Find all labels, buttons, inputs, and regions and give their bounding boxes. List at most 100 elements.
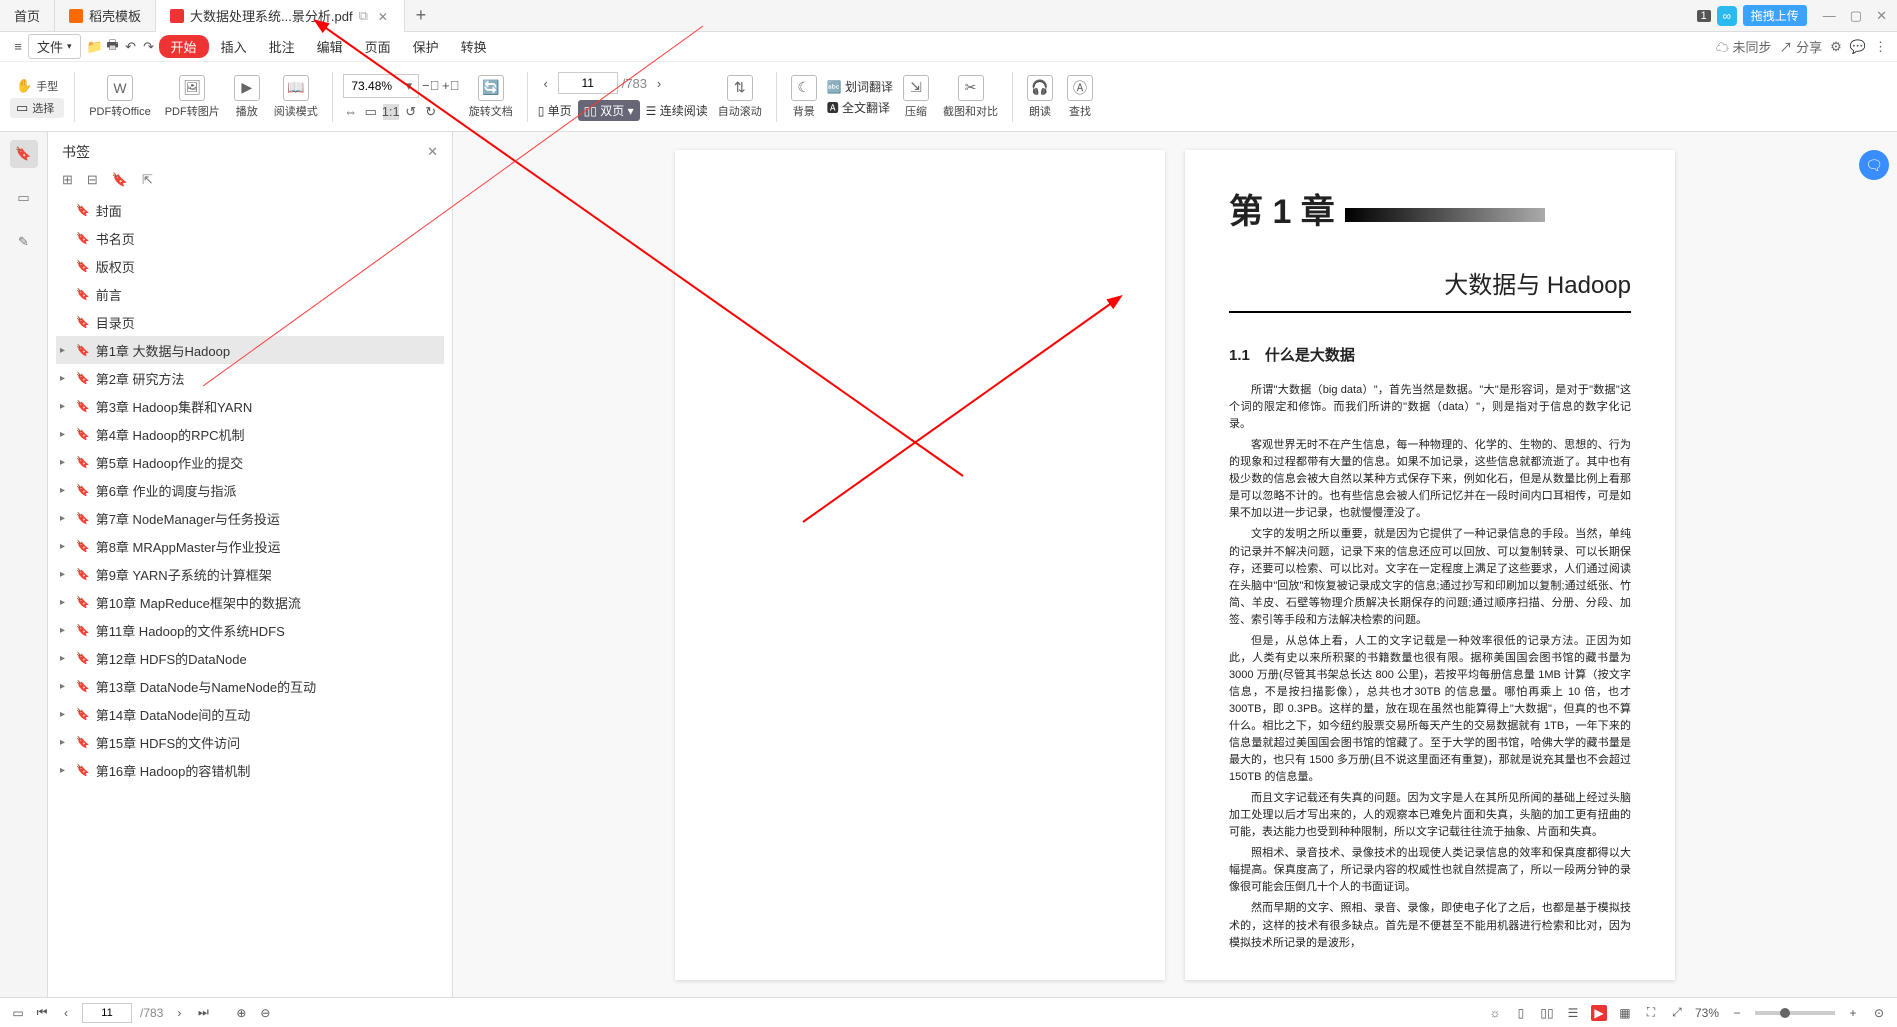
bookmark-item[interactable]: 🔖目录页 [56,308,444,336]
bookmark-item[interactable]: ▸🔖第1章 大数据与Hadoop [56,336,444,364]
tab-template[interactable]: 稻壳模板 [55,0,156,32]
tab-popout-icon[interactable]: ⧉ [359,8,368,24]
status-delete-page-icon[interactable]: ⊖ [257,1005,273,1021]
full-translate[interactable]: 🅰 全文翻译 [827,99,893,116]
tab-pdf[interactable]: 大数据处理系统...景分析.pdf ⧉ ✕ [156,0,405,32]
status-next-icon[interactable]: › [171,1005,187,1021]
read-mode[interactable]: 📖阅读模式 [270,75,322,119]
settings-icon[interactable]: ⚙ [1830,39,1842,55]
panel-close-icon[interactable]: ✕ [427,144,438,160]
sync-status[interactable]: ☁ 未同步 [1716,37,1772,56]
new-tab-button[interactable]: + [405,5,437,26]
zoom-combo[interactable]: ▾ [343,74,419,98]
status-prev-icon[interactable]: ‹ [58,1005,74,1021]
document-area[interactable]: 第 1 章 大数据与 Hadoop 1.1 什么是大数据 所谓"大数据（big … [453,132,1897,997]
file-menu[interactable]: 文件▾ [28,34,81,59]
bookmark-item[interactable]: ▸🔖第9章 YARN子系统的计算框架 [56,560,444,588]
minimize-icon[interactable]: — [1823,8,1836,24]
double-page[interactable]: ▯▯ 双页 ▾ [578,100,640,121]
assistant-bubble[interactable]: 🗨 [1859,150,1889,180]
prev-page-icon[interactable]: ‹ [538,75,554,91]
actual-size-icon[interactable]: 1:1 [383,104,399,120]
bookmark-item[interactable]: ▸🔖第11章 Hadoop的文件系统HDFS [56,616,444,644]
comment-icon[interactable]: 💬 [1850,39,1866,55]
select-tool[interactable]: ▭选择 [10,98,64,118]
rail-thumbnail-icon[interactable]: ▭ [10,184,38,212]
print-icon[interactable]: 🖶 [105,39,121,55]
view-double-icon[interactable]: ▯▯ [1539,1005,1555,1021]
fit-page-icon[interactable]: ▭ [363,104,379,120]
menu-page[interactable]: 页面 [355,34,401,59]
rotate-right-icon[interactable]: ↻ [423,104,439,120]
menu-icon[interactable]: ≡ [10,39,26,55]
status-panel-icon[interactable]: ▭ [10,1005,26,1021]
bookmark-item[interactable]: ▸🔖第16章 Hadoop的容错机制 [56,756,444,784]
compress[interactable]: ⇲压缩 [899,75,933,119]
status-more-icon[interactable]: ⊙ [1871,1005,1887,1021]
view-present-icon[interactable]: ▶ [1591,1005,1607,1021]
bookmark-item[interactable]: 🔖前言 [56,280,444,308]
tab-home[interactable]: 首页 [0,0,55,32]
upload-button[interactable]: 拖拽上传 [1743,5,1807,26]
find[interactable]: Ⓐ查找 [1063,75,1097,119]
view-fit-icon[interactable]: ⛶ [1643,1005,1659,1021]
rail-attachment-icon[interactable]: ✎ [10,228,38,256]
bookmark-item[interactable]: ▸🔖第14章 DataNode间的互动 [56,700,444,728]
bookmark-item[interactable]: ▸🔖第6章 作业的调度与指派 [56,476,444,504]
bookmark-item[interactable]: 🔖版权页 [56,252,444,280]
background[interactable]: ☾背景 [787,75,821,119]
view-continuous-icon[interactable]: ☰ [1565,1005,1581,1021]
bookmark-item[interactable]: ▸🔖第5章 Hadoop作业的提交 [56,448,444,476]
bm-goto-icon[interactable]: ⇱ [142,172,153,188]
bm-add-icon[interactable]: 🔖 [112,172,128,188]
auto-scroll[interactable]: ⇅自动滚动 [714,75,766,119]
status-page-input[interactable] [82,1003,132,1023]
bm-expand-icon[interactable]: ⊞ [62,172,73,188]
maximize-icon[interactable]: ▢ [1850,8,1862,24]
open-icon[interactable]: 📁 [87,39,103,55]
hand-tool[interactable]: ✋手型 [10,76,64,96]
bookmark-item[interactable]: ▸🔖第3章 Hadoop集群和YARN [56,392,444,420]
more-icon[interactable]: ⋮ [1874,39,1887,55]
redo-icon[interactable]: ↷ [141,39,157,55]
bookmark-item[interactable]: ▸🔖第15章 HDFS的文件访问 [56,728,444,756]
speak[interactable]: 🎧朗读 [1023,75,1057,119]
bookmark-item[interactable]: ▸🔖第12章 HDFS的DataNode [56,644,444,672]
word-translate[interactable]: 🔤 划词翻译 [827,78,893,95]
rail-bookmark-icon[interactable]: 🔖 [10,140,38,168]
menu-insert[interactable]: 插入 [211,34,257,59]
fit-width-icon[interactable]: ⇔ [343,104,359,120]
menu-start[interactable]: 开始 [159,35,209,58]
zoom-in-icon[interactable]: +⃝ [443,78,459,94]
bookmark-item[interactable]: ▸🔖第4章 Hadoop的RPC机制 [56,420,444,448]
menu-annotate[interactable]: 批注 [259,34,305,59]
page-input[interactable] [558,72,618,94]
bookmark-item[interactable]: ▸🔖第10章 MapReduce框架中的数据流 [56,588,444,616]
rotate-left-icon[interactable]: ↺ [403,104,419,120]
view-full-icon[interactable]: ⤢ [1669,1005,1685,1021]
single-page[interactable]: ▯ 单页 [538,102,572,119]
undo-icon[interactable]: ↶ [123,39,139,55]
menu-protect[interactable]: 保护 [403,34,449,59]
zoom-plus-icon[interactable]: + [1845,1005,1861,1021]
view-grid-icon[interactable]: ▦ [1617,1005,1633,1021]
rotate-doc[interactable]: 🔄旋转文档 [465,75,517,119]
bookmark-item[interactable]: ▸🔖第13章 DataNode与NameNode的互动 [56,672,444,700]
bm-collapse-icon[interactable]: ⊟ [87,172,98,188]
zoom-minus-icon[interactable]: − [1729,1005,1745,1021]
zoom-slider[interactable] [1755,1011,1835,1015]
next-page-icon[interactable]: › [651,75,667,91]
share-button[interactable]: ↗ 分享 [1780,37,1823,56]
menu-edit[interactable]: 编辑 [307,34,353,59]
status-last-icon[interactable]: ⏭ [195,1005,211,1021]
bookmark-item[interactable]: ▸🔖第2章 研究方法 [56,364,444,392]
cloud-icon[interactable]: ∞ [1717,6,1737,26]
status-add-page-icon[interactable]: ⊕ [233,1005,249,1021]
pdf-to-image[interactable]: 🖼PDF转图片 [161,75,224,119]
tab-close-icon[interactable]: ✕ [378,10,390,22]
play-button[interactable]: ▶播放 [230,75,264,119]
continuous-read[interactable]: ☰ 连续阅读 [646,102,708,119]
bookmark-item[interactable]: 🔖封面 [56,196,444,224]
menu-convert[interactable]: 转换 [451,34,497,59]
pdf-to-office[interactable]: WPDF转Office [85,75,155,119]
